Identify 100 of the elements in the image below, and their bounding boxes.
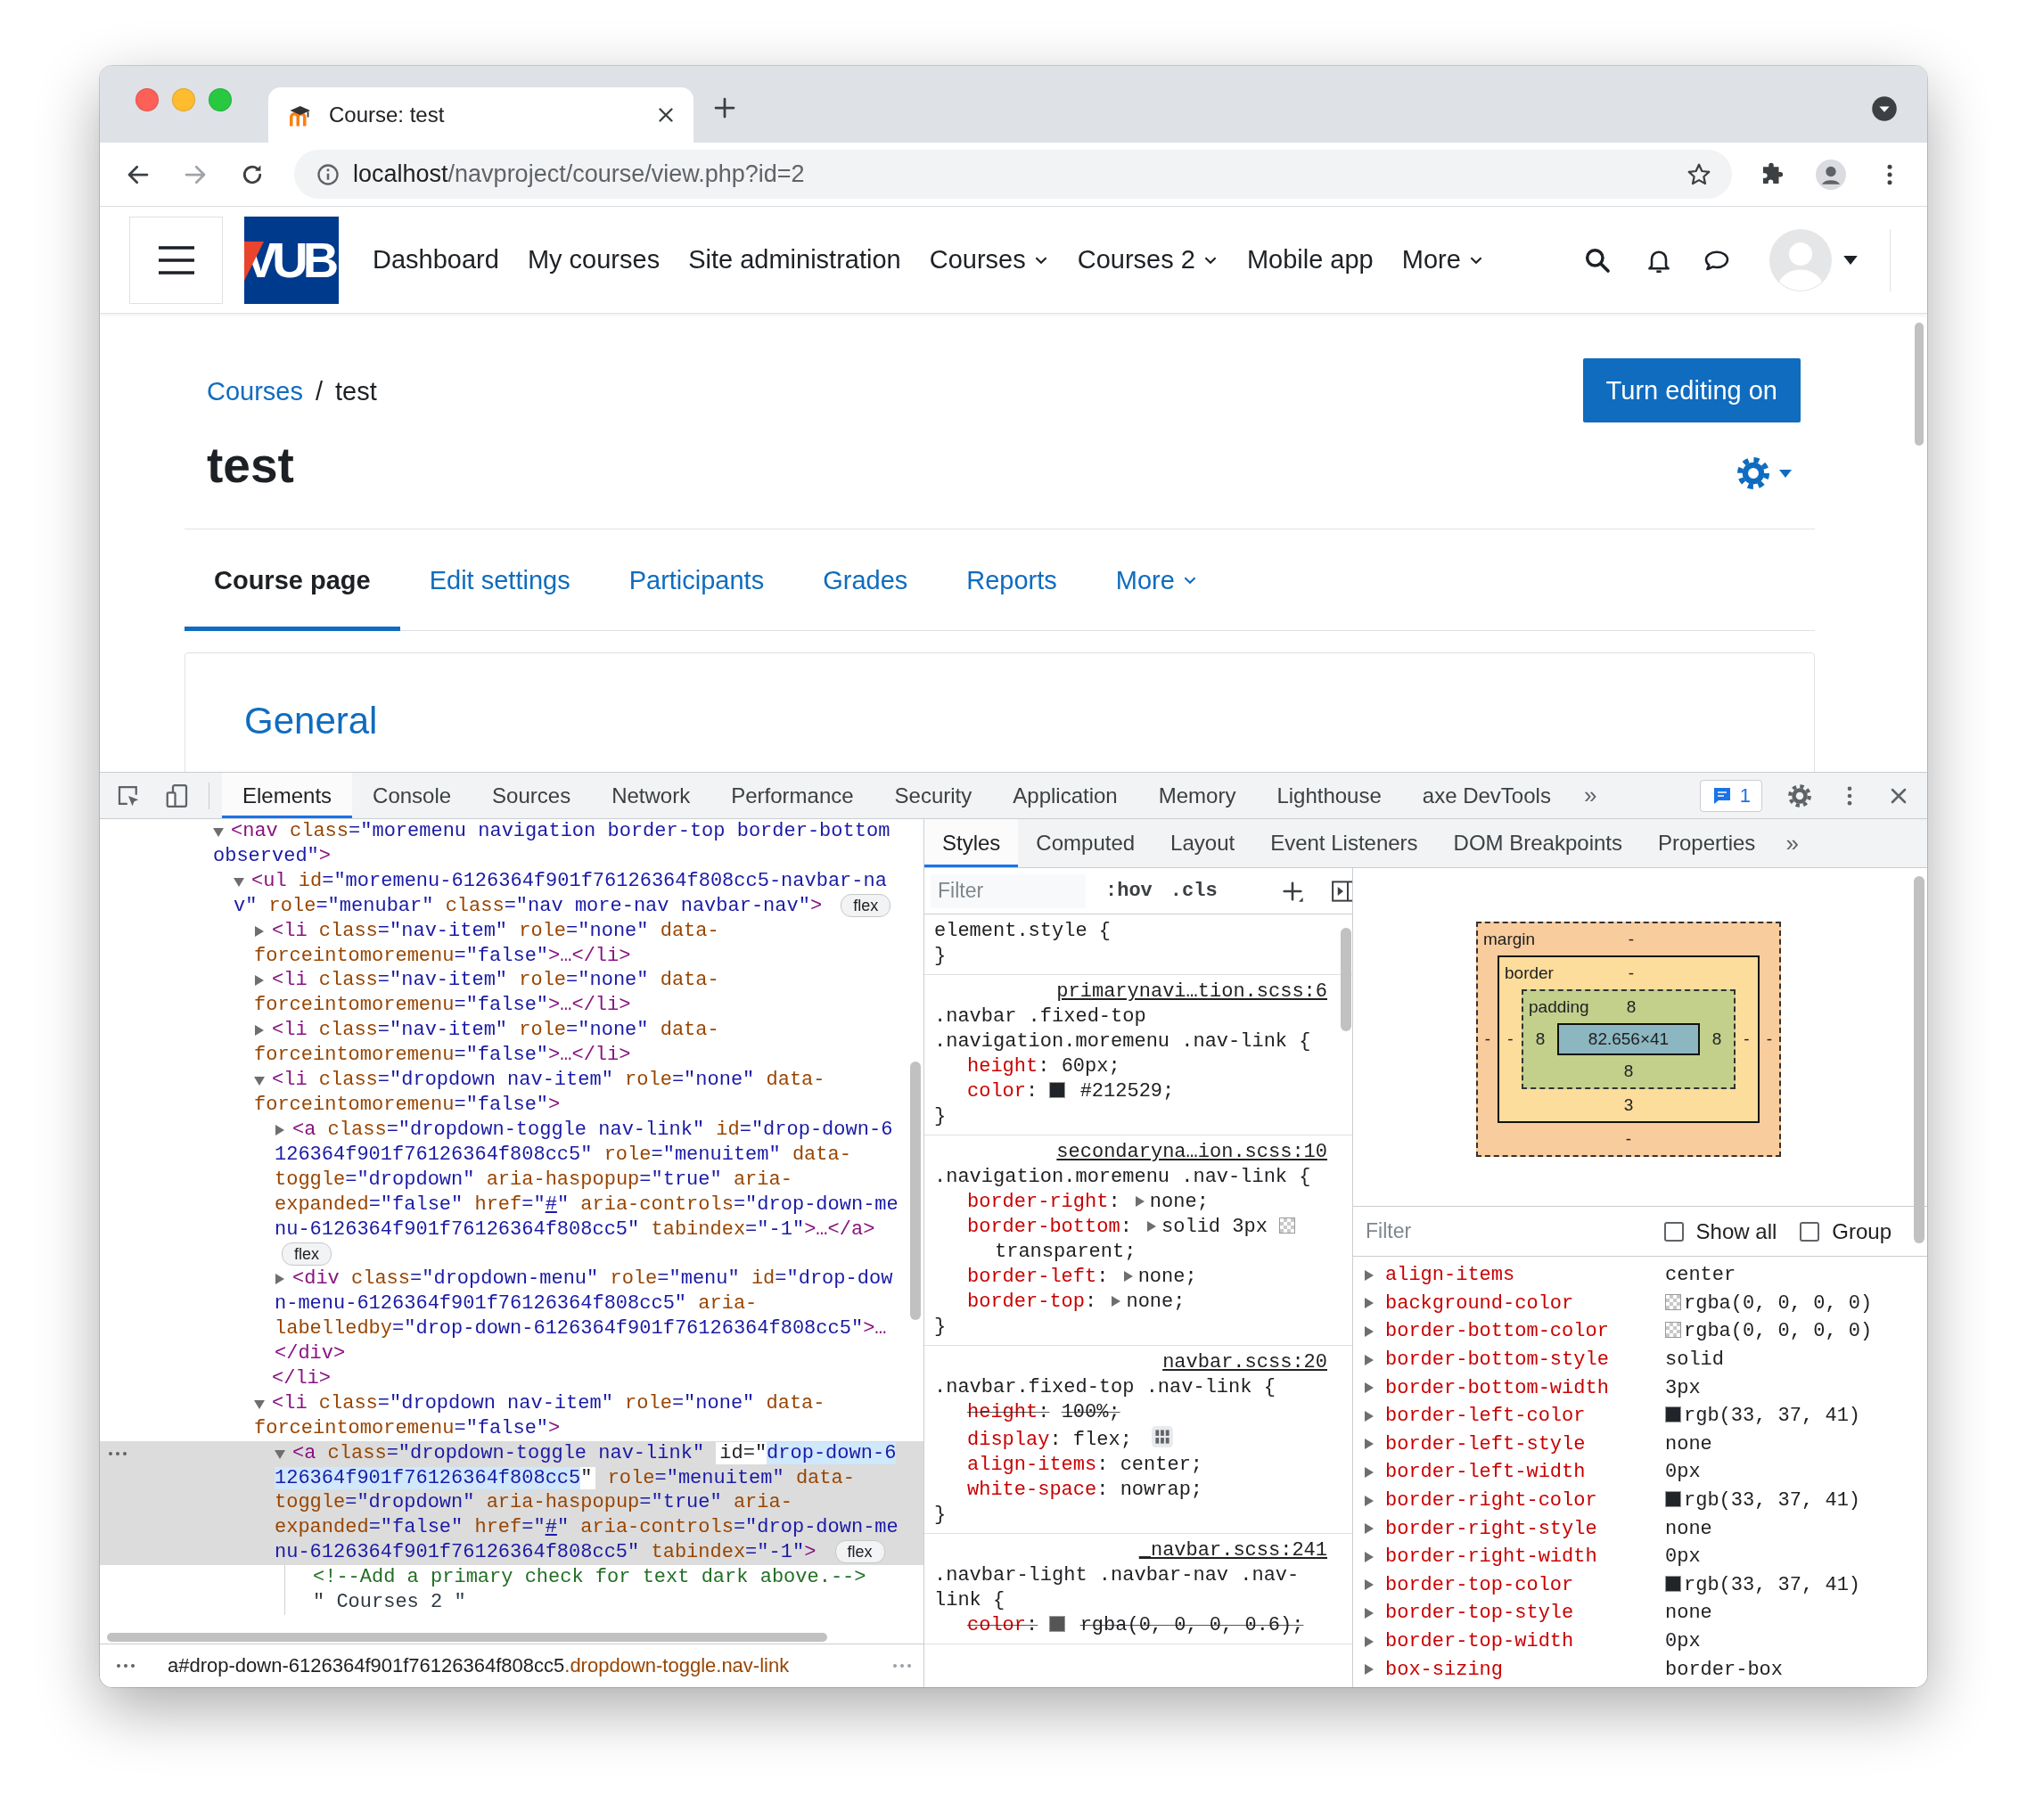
disclosure-triangle-icon[interactable] <box>254 1077 265 1086</box>
caret-down-icon[interactable] <box>1843 255 1858 265</box>
disclosure-triangle-icon[interactable] <box>234 877 244 887</box>
property-name[interactable]: border-top-style <box>1385 1602 1665 1625</box>
issues-badge[interactable]: 1 <box>1699 779 1762 812</box>
menu-button[interactable] <box>129 216 223 304</box>
property-name[interactable]: white-space: <box>967 1479 1109 1501</box>
scrollbar-thumb[interactable] <box>910 1062 921 1320</box>
property-name[interactable]: border-top-color <box>1385 1573 1665 1596</box>
dom-node[interactable]: <div class="dropdown-menu" role="menu" id="drop-down-menu-6126364f901f76126364f808cc5" aria-labelledby="drop-down-6126364f901f76126364f808cc5">…</div> <box>275 1267 902 1366</box>
property-name[interactable]: border-right-width <box>1385 1545 1665 1569</box>
property-name[interactable]: border-right: <box>967 1191 1120 1213</box>
panel-tab[interactable]: Sources <box>472 773 592 818</box>
disclosure-triangle-icon[interactable] <box>1365 1664 1374 1676</box>
hover-state-button[interactable]: :hov <box>1105 880 1153 902</box>
nav-link[interactable]: Courses 2 <box>1077 245 1219 275</box>
nav-link[interactable]: More <box>1401 245 1484 275</box>
property-name[interactable]: border-bottom-width <box>1385 1376 1665 1399</box>
panel-tab[interactable]: Performance <box>710 773 874 818</box>
checkbox[interactable] <box>1800 1221 1820 1242</box>
scrollbar-thumb[interactable] <box>1915 323 1924 446</box>
sidebar-tab[interactable]: Layout <box>1153 819 1253 867</box>
panel-tab[interactable]: Lighthouse <box>1256 773 1402 818</box>
disclosure-triangle-icon[interactable] <box>1365 1326 1374 1337</box>
dom-node-row[interactable]: <ul id="moremenu-6126364f901f76126364f808cc5-navbar-nav" role="menubar" class="nav more-nav navbar-nav"> flex <box>100 868 923 919</box>
profile-icon[interactable] <box>1816 159 1846 190</box>
class-toggle-button[interactable]: .cls <box>1169 880 1218 902</box>
disclosure-triangle-icon[interactable] <box>1365 1495 1374 1506</box>
panel-tab[interactable]: Memory <box>1137 773 1257 818</box>
property-name[interactable]: box-sizing <box>1385 1658 1665 1681</box>
sidebar-tab[interactable]: Computed <box>1018 819 1153 867</box>
disclosure-triangle-icon[interactable] <box>255 975 264 987</box>
dom-node-row[interactable] <box>100 1440 923 1566</box>
property-value[interactable]: center; <box>1120 1454 1203 1476</box>
panel-tab[interactable]: Security <box>874 773 993 818</box>
source-link[interactable]: navbar.scss:20 <box>1162 1350 1327 1375</box>
disclosure-triangle-icon[interactable] <box>255 925 264 937</box>
dom-node[interactable]: </li> <box>272 1365 902 1391</box>
property-name[interactable]: border-bottom-color <box>1385 1320 1665 1343</box>
nav-link[interactable]: Mobile app <box>1246 245 1374 275</box>
property-name[interactable]: border-left-color <box>1385 1405 1665 1428</box>
dom-node[interactable]: " Courses 2 " <box>313 1590 902 1615</box>
nav-link[interactable]: Dashboard <box>373 245 499 275</box>
dom-node[interactable]: <ul id="moremenu-6126364f901f76126364f808cc5-navbar-nav" role="menubar" class="nav more-nav navbar-nav"> flex <box>234 868 902 919</box>
nav-link[interactable]: Site administration <box>688 245 901 275</box>
panel-tab[interactable]: Application <box>992 773 1138 818</box>
dom-node-row[interactable]: </li> <box>100 1365 923 1391</box>
disclosure-triangle-icon[interactable] <box>1365 1607 1374 1619</box>
property-name[interactable]: height: <box>967 1055 1050 1078</box>
sidebar-tab[interactable]: Properties <box>1640 819 1774 867</box>
disclosure-triangle-icon[interactable] <box>1365 1269 1374 1281</box>
filter-field[interactable]: Filter <box>931 873 1086 908</box>
disclosure-triangle-icon[interactable] <box>1365 1636 1374 1647</box>
course-tab[interactable]: Reports <box>937 529 1087 631</box>
disclosure-triangle-icon[interactable] <box>275 1124 284 1135</box>
url-text[interactable]: localhost/navproject/course/view.php?id=2 <box>353 160 1673 188</box>
source-link[interactable]: _navbar.scss:241 <box>1138 1538 1327 1563</box>
property-name[interactable]: border-bottom: <box>967 1216 1132 1238</box>
dom-node[interactable]: <li class="dropdown nav-item" role="none" data-forceintomoremenu="false"> <box>254 1068 902 1118</box>
property-name[interactable]: background-color <box>1385 1291 1665 1315</box>
property-value[interactable]: nowrap; <box>1120 1479 1203 1501</box>
panel-tab[interactable]: Console <box>352 773 472 818</box>
dom-node[interactable]: <!--Add a primary check for text dark above.--> <box>313 1565 902 1591</box>
disclosure-triangle-icon[interactable] <box>1365 1410 1374 1422</box>
browser-tab[interactable]: Course: test <box>268 87 693 143</box>
panel-tab[interactable]: Network <box>591 773 711 818</box>
more-tabs-button[interactable]: » <box>1571 773 1610 818</box>
property-value[interactable]: #212529; <box>1079 1080 1175 1103</box>
disclosure-triangle-icon[interactable] <box>1365 1382 1374 1394</box>
property-value[interactable]: 60px; <box>1061 1055 1120 1078</box>
disclosure-triangle-icon[interactable] <box>1365 1523 1374 1535</box>
turn-editing-on-button[interactable]: Turn editing on <box>1582 358 1801 422</box>
panel-tab[interactable]: Elements <box>222 773 353 818</box>
disclosure-triangle-icon[interactable] <box>275 1449 285 1459</box>
breadcrumb-link[interactable]: Courses <box>207 375 303 407</box>
property-value[interactable]: none; <box>1149 1191 1209 1213</box>
window-close-button[interactable] <box>135 88 159 111</box>
dom-node-row[interactable]: <nav class="moremenu navigation border-top border-bottom observed"> <box>100 819 923 869</box>
checkbox-label[interactable]: Group <box>1832 1218 1892 1244</box>
disclosure-triangle-icon[interactable] <box>1147 1221 1157 1233</box>
disclosure-triangle-icon[interactable] <box>255 1025 264 1037</box>
disclosure-triangle-icon[interactable] <box>254 1399 265 1409</box>
dom-node[interactable]: <li class="nav-item" role="none" data-forceintomoremenu="false">…</li> <box>254 1018 902 1069</box>
property-name[interactable]: border-left-style <box>1385 1432 1665 1455</box>
property-name[interactable]: align-items <box>1385 1264 1665 1287</box>
disclosure-triangle-icon[interactable] <box>1365 1354 1374 1365</box>
property-name[interactable]: border-right-color <box>1385 1489 1665 1513</box>
property-name[interactable]: display: <box>967 1429 1062 1451</box>
dom-node-row[interactable]: <li class="nav-item" role="none" data-forceintomoremenu="false">…</li> <box>100 1018 923 1069</box>
checkbox-label[interactable]: Show all <box>1695 1218 1777 1244</box>
property-name[interactable]: align-items: <box>967 1454 1109 1476</box>
scrollbar-thumb[interactable] <box>107 1633 827 1642</box>
dom-node[interactable]: <li class="nav-item" role="none" data-forceintomoremenu="false">…</li> <box>254 918 902 969</box>
course-tab[interactable]: Participants <box>599 529 794 631</box>
element-breadcrumb[interactable]: a#drop-down-6126364f901f76126364f808cc5.dropdown-toggle.nav-link <box>168 1654 790 1677</box>
disclosure-triangle-icon[interactable] <box>1365 1439 1374 1450</box>
dom-node-row[interactable]: <li class="nav-item" role="none" data-forceintomoremenu="false">…</li> <box>100 918 923 969</box>
disclosure-triangle-icon[interactable] <box>1112 1296 1121 1308</box>
disclosure-triangle-icon[interactable] <box>1365 1466 1374 1478</box>
sidebar-tab[interactable]: Event Listeners <box>1252 819 1436 867</box>
